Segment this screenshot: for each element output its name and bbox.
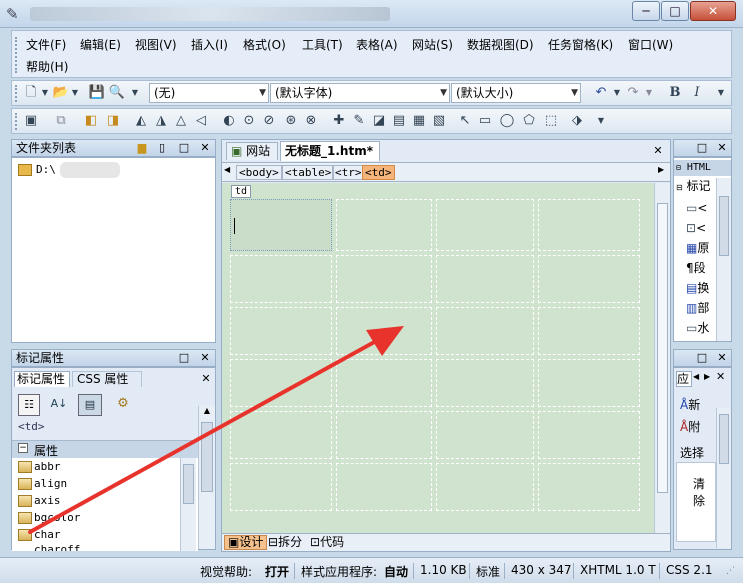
style-app-label: 样式应用程序: (301, 565, 378, 579)
visual-aid-label: 视觉帮助: (200, 565, 253, 579)
file-size: 1.10 KB (420, 563, 467, 577)
divider (294, 563, 295, 579)
visual-aid-value[interactable]: 打开 (265, 563, 289, 580)
arrow-head (366, 326, 404, 356)
divider (469, 563, 470, 579)
annotation-arrow (28, 326, 404, 534)
page-dimensions[interactable]: 430 x 347 (511, 563, 572, 577)
divider (573, 563, 574, 579)
doctype[interactable]: XHTML 1.0 T (580, 563, 656, 577)
css-version[interactable]: CSS 2.1 (666, 563, 713, 577)
status-bar: 视觉帮助: 打开 样式应用程序: 自动 1.10 KB 标准 430 x 347… (0, 557, 743, 583)
resize-grip-icon[interactable]: ⋰ (726, 566, 735, 576)
divider (504, 563, 505, 579)
divider (413, 563, 414, 579)
style-app-value[interactable]: 自动 (384, 563, 408, 580)
doc-mode[interactable]: 标准 (476, 563, 500, 580)
divider (659, 563, 660, 579)
arrow-shaft (28, 338, 380, 534)
